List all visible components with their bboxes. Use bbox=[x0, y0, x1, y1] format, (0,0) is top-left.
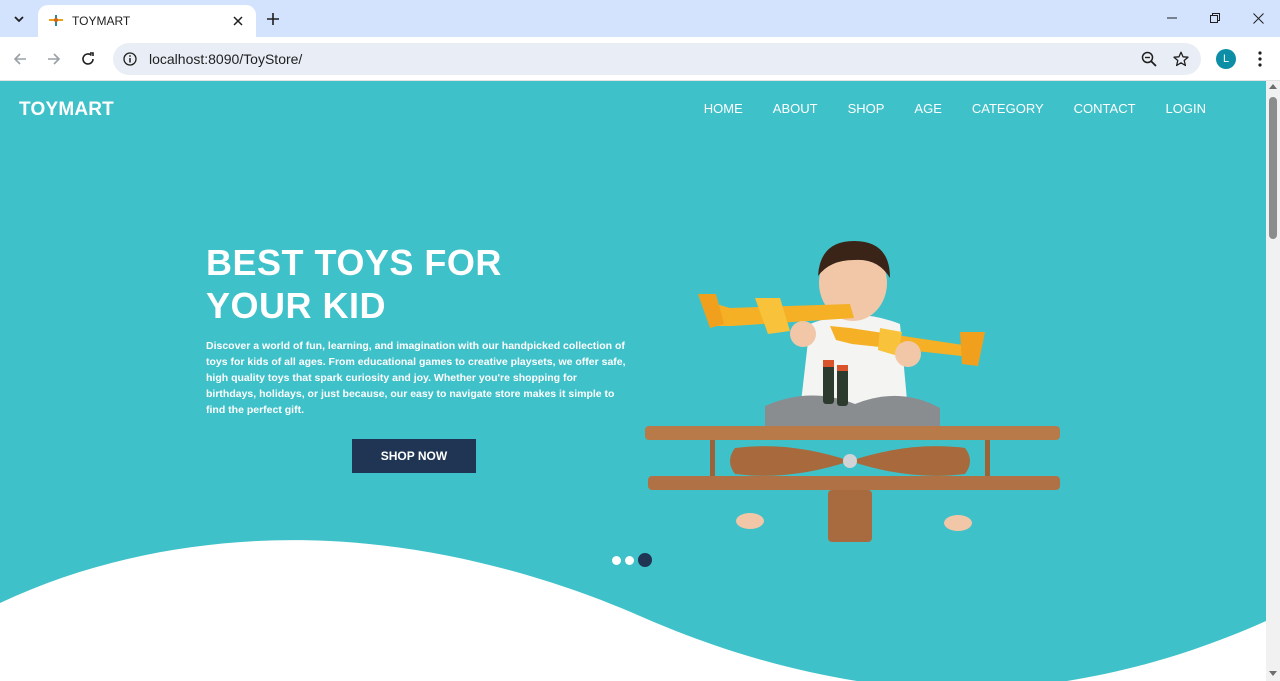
star-icon[interactable] bbox=[1169, 47, 1193, 71]
nav-contact[interactable]: CONTACT bbox=[1074, 101, 1136, 116]
tab-search-button[interactable] bbox=[7, 7, 31, 31]
nav-login[interactable]: LOGIN bbox=[1166, 101, 1206, 116]
hero-section: TOYMART HOME ABOUT SHOP AGE CATEGORY CON… bbox=[0, 81, 1266, 681]
tab-title: TOYMART bbox=[72, 14, 131, 28]
forward-button[interactable] bbox=[42, 47, 66, 71]
carousel-dot-2[interactable] bbox=[625, 555, 634, 565]
scroll-thumb[interactable] bbox=[1269, 97, 1277, 239]
carousel-dot-3[interactable] bbox=[638, 553, 652, 567]
reload-button[interactable] bbox=[76, 47, 100, 71]
chevron-down-icon bbox=[14, 16, 24, 23]
scroll-up-arrow-icon[interactable] bbox=[1269, 84, 1277, 89]
nav-about[interactable]: ABOUT bbox=[773, 101, 818, 116]
shop-now-button[interactable]: SHOP NOW bbox=[352, 439, 476, 473]
minimize-icon bbox=[1167, 17, 1177, 19]
kebab-icon[interactable] bbox=[1250, 47, 1270, 71]
restore-icon bbox=[1210, 13, 1220, 23]
page-scrollbar[interactable] bbox=[1266, 81, 1280, 681]
arrow-left-icon bbox=[13, 53, 26, 65]
zoom-icon[interactable] bbox=[1137, 47, 1161, 71]
site-logo[interactable]: TOYMART bbox=[19, 99, 114, 121]
browser-tab-strip: TOYMART bbox=[0, 0, 1280, 37]
nav-shop[interactable]: SHOP bbox=[848, 101, 885, 116]
address-bar[interactable]: localhost:8090/ToyStore/ bbox=[113, 43, 1201, 75]
child-with-toy-planes-image bbox=[645, 241, 1060, 542]
reload-icon bbox=[82, 52, 94, 65]
profile-avatar[interactable]: L bbox=[1216, 49, 1236, 69]
plus-icon bbox=[267, 13, 279, 25]
new-tab-button[interactable] bbox=[262, 8, 284, 30]
nav-home[interactable]: HOME bbox=[704, 101, 743, 116]
browser-tab[interactable]: TOYMART bbox=[38, 5, 256, 37]
back-button[interactable] bbox=[8, 47, 32, 71]
toy-plane-icon bbox=[48, 13, 64, 29]
browser-toolbar: localhost:8090/ToyStore/ L bbox=[0, 37, 1280, 81]
scroll-down-arrow-icon[interactable] bbox=[1269, 671, 1277, 676]
main-navigation: HOME ABOUT SHOP AGE CATEGORY CONTACT LOG… bbox=[674, 101, 1206, 116]
url-text[interactable]: localhost:8090/ToyStore/ bbox=[149, 51, 1137, 67]
hero-title-line-2: YOUR KID bbox=[206, 285, 387, 326]
minimize-button[interactable] bbox=[1157, 6, 1187, 30]
page-viewport: TOYMART HOME ABOUT SHOP AGE CATEGORY CON… bbox=[0, 81, 1266, 681]
close-icon bbox=[1252, 12, 1264, 24]
carousel-dot-1[interactable] bbox=[612, 555, 621, 565]
close-icon[interactable] bbox=[230, 13, 246, 29]
hero-title: BEST TOYS FOR YOUR KID bbox=[206, 241, 546, 327]
hero-description: Discover a world of fun, learning, and i… bbox=[206, 340, 626, 416]
info-icon[interactable] bbox=[121, 50, 139, 68]
nav-age[interactable]: AGE bbox=[914, 101, 941, 116]
hero-title-line-1: BEST TOYS FOR bbox=[206, 242, 502, 283]
nav-category[interactable]: CATEGORY bbox=[972, 101, 1044, 116]
arrow-right-icon bbox=[48, 53, 61, 65]
hero-wave-divider bbox=[0, 540, 1266, 681]
carousel-indicators bbox=[612, 553, 652, 567]
close-window-button[interactable] bbox=[1243, 6, 1273, 30]
restore-button[interactable] bbox=[1200, 6, 1230, 30]
